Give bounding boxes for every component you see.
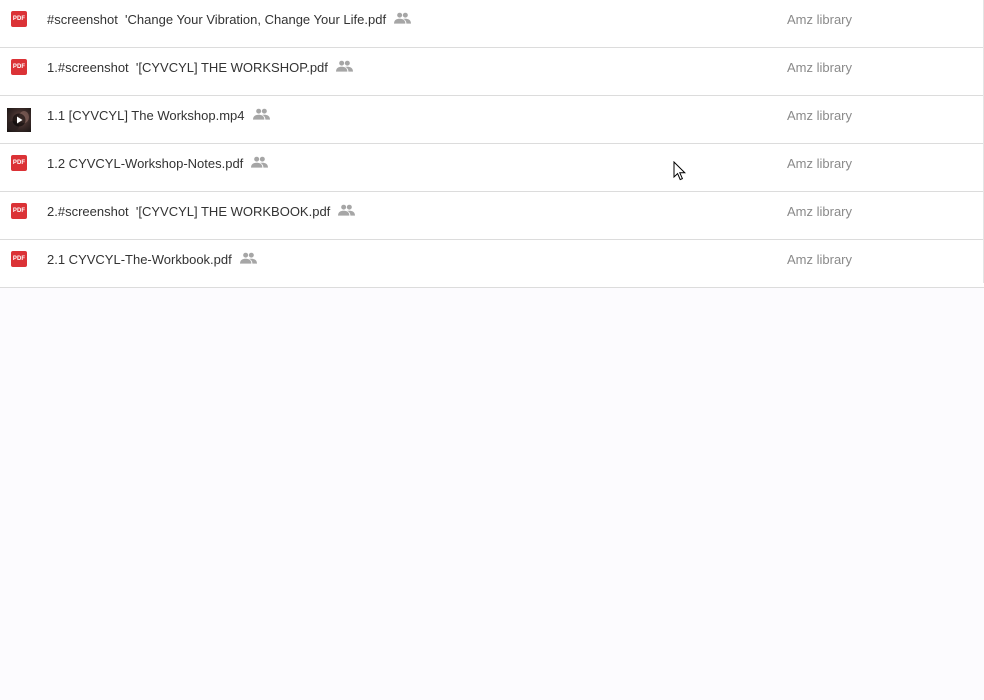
file-name-wrapper: 2.1 CYVCYL-The-Workbook.pdf (47, 252, 257, 268)
shared-people-icon (338, 204, 356, 216)
pdf-icon: PDF (11, 251, 27, 267)
file-name-wrapper: 1.#screenshot '[CYVCYL] THE WORKSHOP.pdf (47, 60, 353, 76)
pdf-icon: PDF (11, 11, 27, 27)
file-row[interactable]: PDF 2.#screenshot '[CYVCYL] THE WORKBOOK… (0, 192, 984, 240)
owner-label: Amz library (787, 12, 853, 27)
pdf-icon: PDF (11, 155, 27, 171)
file-name-wrapper: 1.1 [CYVCYL] The Workshop.mp4 (47, 108, 270, 124)
file-name-wrapper: #screenshot 'Change Your Vibration, Chan… (47, 12, 412, 28)
shared-people-icon (394, 12, 412, 24)
file-name-wrapper: 2.#screenshot '[CYVCYL] THE WORKBOOK.pdf (47, 204, 356, 220)
shared-people-icon (251, 156, 269, 168)
owner-label: Amz library (787, 204, 853, 219)
owner-label: Amz library (787, 60, 853, 75)
shared-people-icon (239, 252, 257, 264)
owner-label: Amz library (787, 108, 853, 123)
video-thumbnail (7, 108, 31, 132)
file-name[interactable]: 2.#screenshot '[CYVCYL] THE WORKBOOK.pdf (47, 204, 330, 219)
file-name[interactable]: 1.1 [CYVCYL] The Workshop.mp4 (47, 108, 245, 123)
file-row[interactable]: PDF 1.#screenshot '[CYVCYL] THE WORKSHOP… (0, 48, 984, 96)
file-row[interactable]: 1.1 [CYVCYL] The Workshop.mp4 Amz librar… (0, 96, 984, 144)
file-name[interactable]: 1.#screenshot '[CYVCYL] THE WORKSHOP.pdf (47, 60, 328, 75)
file-list: PDF #screenshot 'Change Your Vibration, … (0, 0, 984, 288)
file-row[interactable]: PDF 2.1 CYVCYL-The-Workbook.pdf Amz libr… (0, 240, 984, 288)
owner-label: Amz library (787, 156, 853, 171)
file-name[interactable]: 2.1 CYVCYL-The-Workbook.pdf (47, 252, 232, 267)
pdf-icon: PDF (11, 203, 27, 219)
shared-people-icon (252, 108, 270, 120)
file-row[interactable]: PDF #screenshot 'Change Your Vibration, … (0, 0, 984, 48)
video-thumbnail-image (7, 108, 31, 132)
pdf-icon: PDF (11, 59, 27, 75)
file-name-wrapper: 1.2 CYVCYL-Workshop-Notes.pdf (47, 156, 269, 172)
shared-people-icon (335, 60, 353, 72)
file-name[interactable]: 1.2 CYVCYL-Workshop-Notes.pdf (47, 156, 243, 171)
file-name[interactable]: #screenshot 'Change Your Vibration, Chan… (47, 12, 386, 27)
file-row[interactable]: PDF 1.2 CYVCYL-Workshop-Notes.pdf Amz li… (0, 144, 984, 192)
owner-label: Amz library (787, 252, 853, 267)
mouse-cursor-icon (673, 161, 686, 181)
